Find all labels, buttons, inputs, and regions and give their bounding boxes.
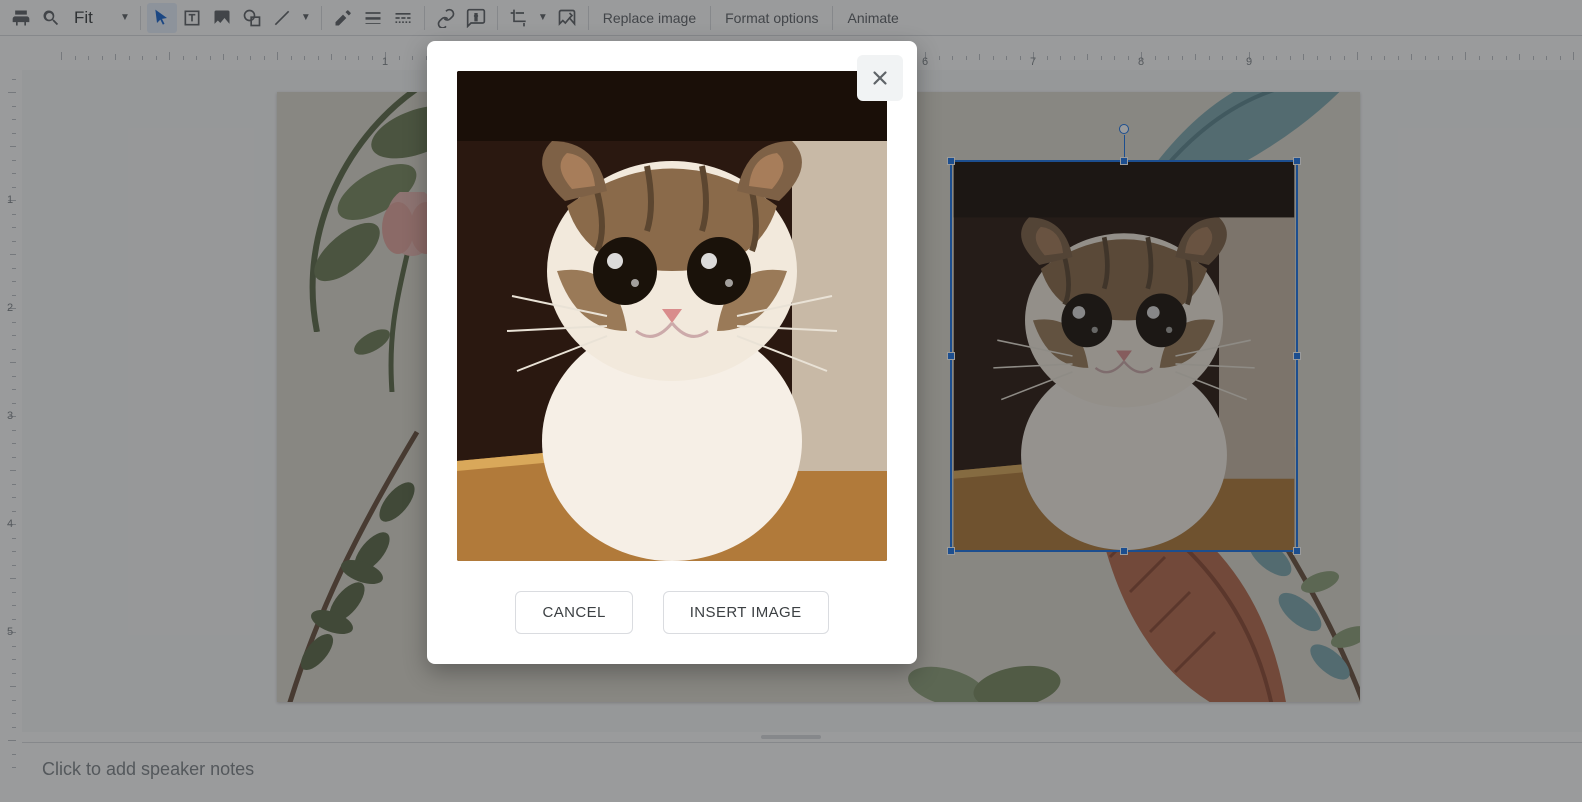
close-icon[interactable]: [857, 55, 903, 101]
insert-image-modal: CANCEL INSERT IMAGE: [427, 41, 917, 664]
insert-image-button[interactable]: INSERT IMAGE: [663, 591, 829, 634]
modal-preview-image: [457, 71, 887, 561]
cancel-button[interactable]: CANCEL: [515, 591, 632, 634]
